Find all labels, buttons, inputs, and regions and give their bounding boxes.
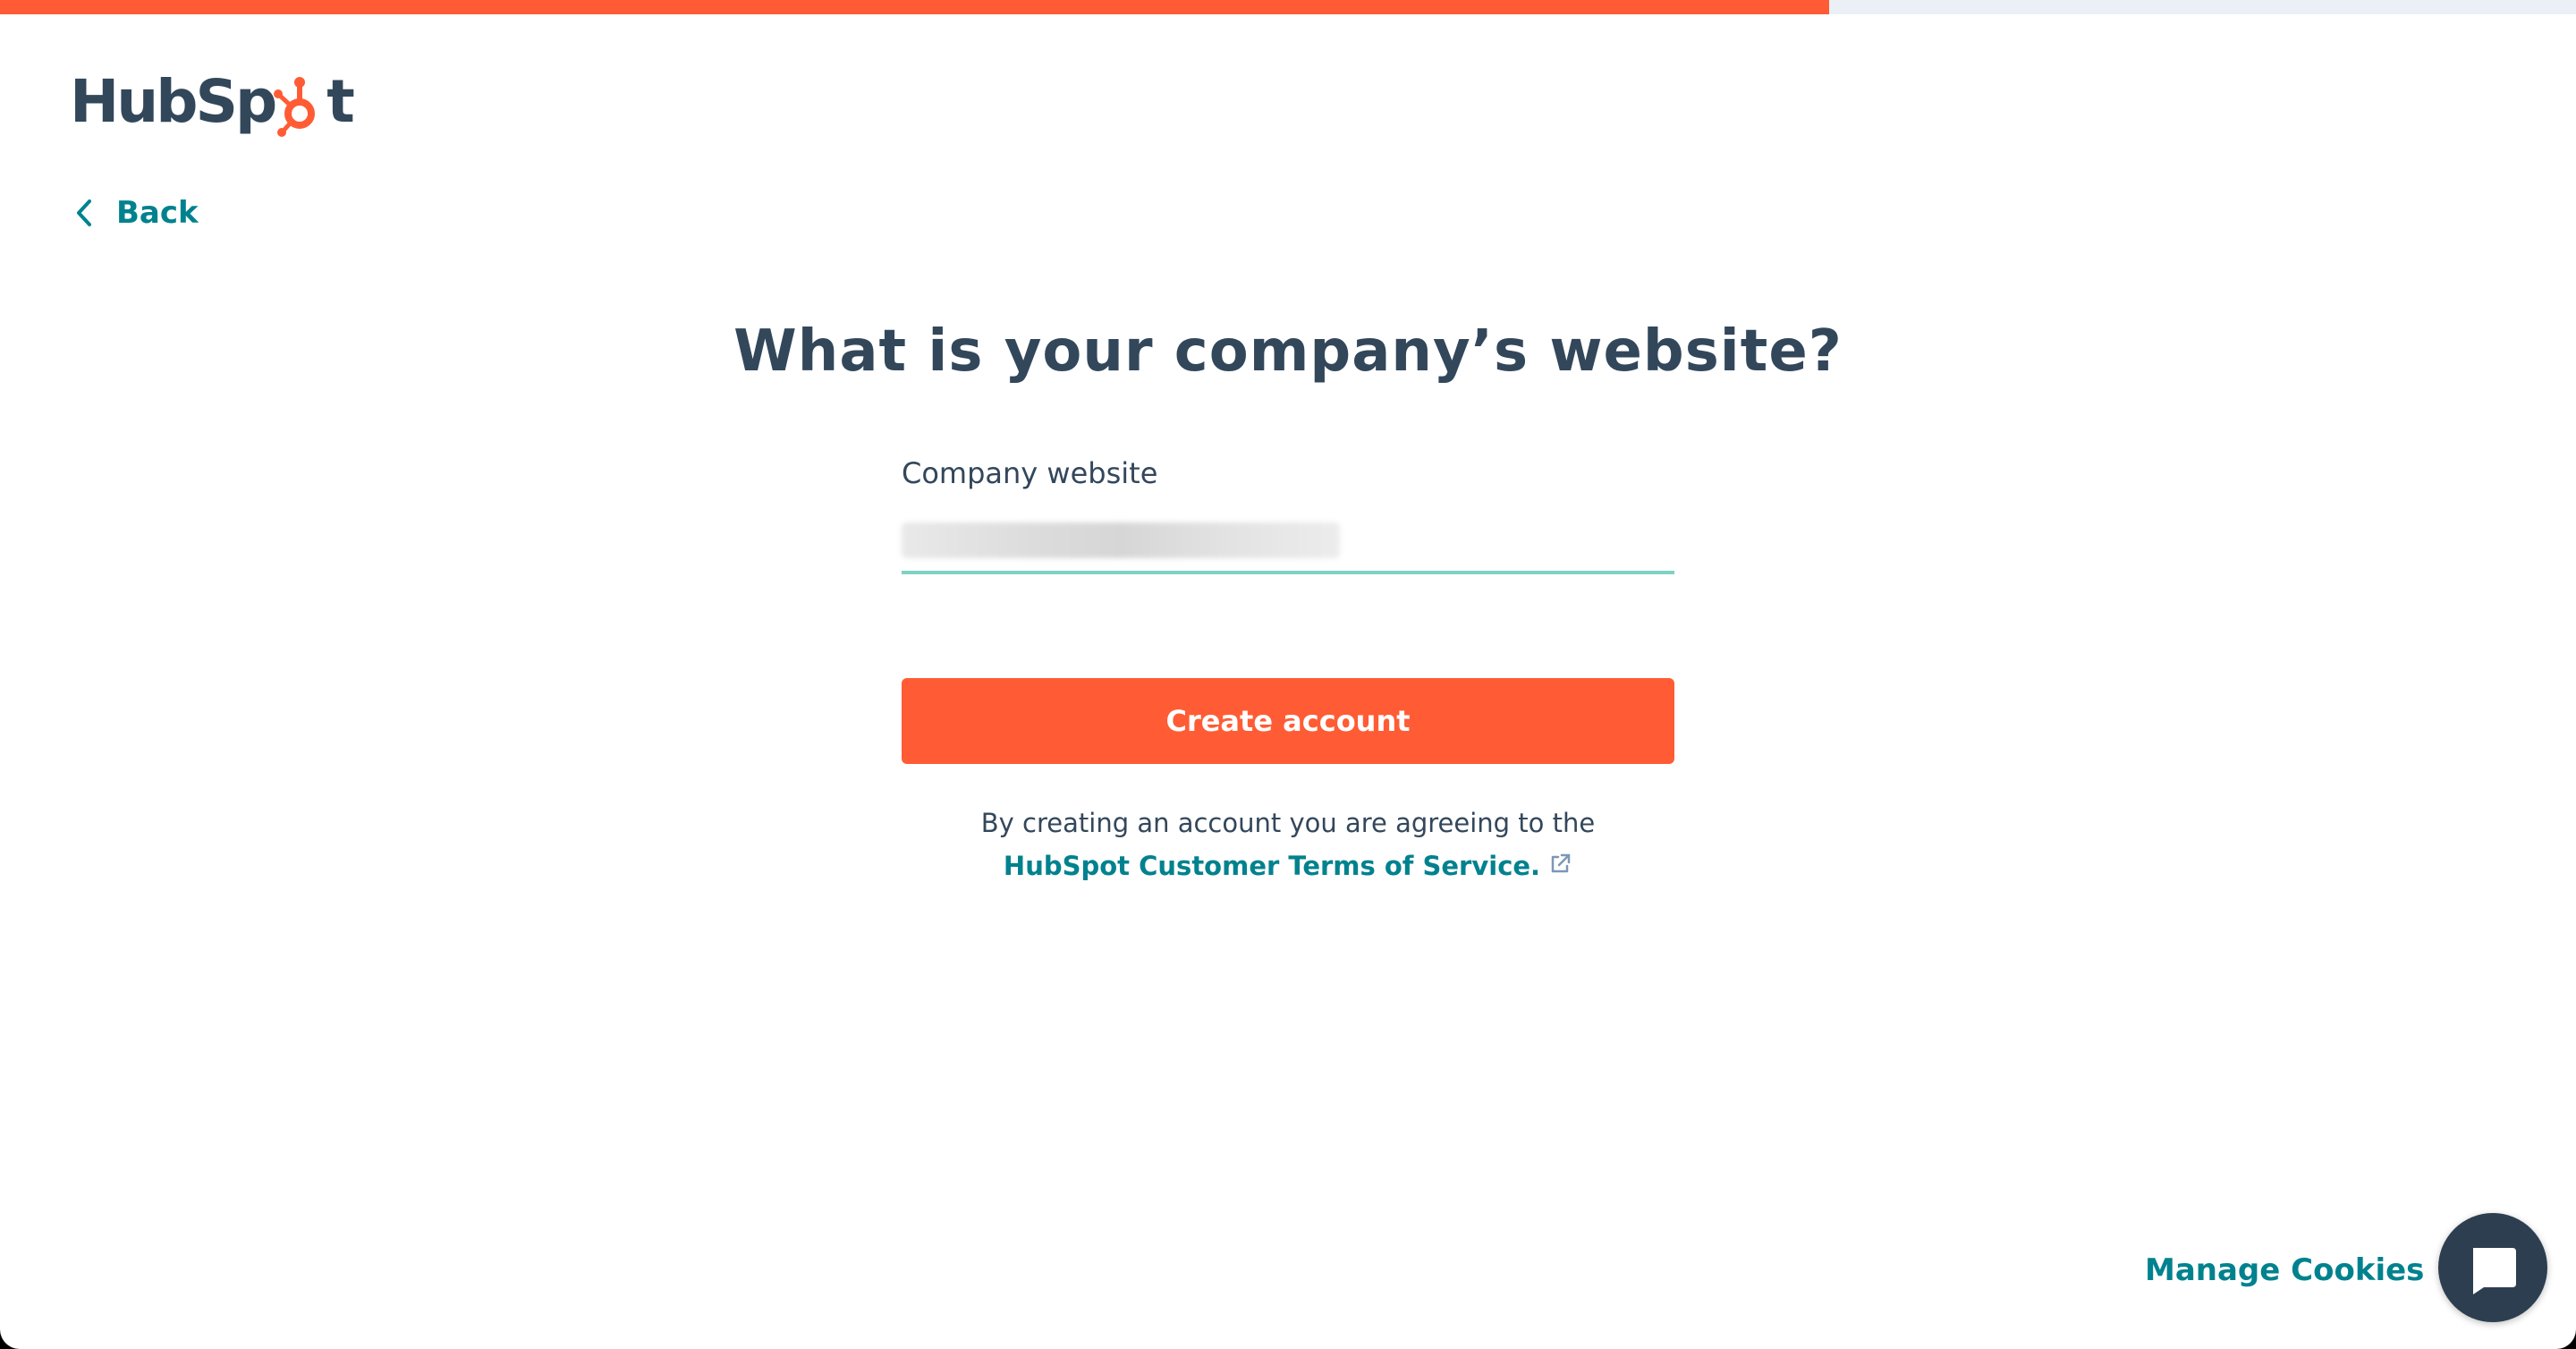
terms-link-text: HubSpot Customer Terms of Service. bbox=[1003, 851, 1541, 881]
redacted-value bbox=[902, 522, 1340, 558]
manage-cookies-link[interactable]: Manage Cookies bbox=[2145, 1252, 2424, 1288]
terms-of-service-link[interactable]: HubSpot Customer Terms of Service. bbox=[1004, 851, 1572, 881]
terms-notice: By creating an account you are agreeing … bbox=[930, 802, 1646, 887]
hubspot-logo: HubSp t bbox=[70, 66, 355, 138]
progress-bar bbox=[0, 0, 2576, 14]
progress-bar-fill bbox=[0, 0, 1829, 14]
terms-prefix: By creating an account you are agreeing … bbox=[980, 808, 1596, 838]
back-link[interactable]: Back bbox=[72, 195, 199, 231]
logo-text-right: t bbox=[326, 67, 355, 136]
chat-launcher-button[interactable] bbox=[2438, 1213, 2547, 1322]
create-account-button[interactable]: Create account bbox=[902, 678, 1674, 764]
chevron-left-icon bbox=[77, 199, 91, 226]
external-link-icon bbox=[1551, 853, 1571, 873]
company-website-label: Company website bbox=[902, 456, 1158, 490]
sprocket-icon bbox=[274, 77, 316, 137]
logo-text-left: HubSp bbox=[70, 67, 277, 136]
page-title: What is your company’s website? bbox=[733, 318, 1843, 385]
back-link-label: Back bbox=[116, 195, 199, 231]
chat-bubble-icon bbox=[2473, 1248, 2516, 1294]
signup-window: HubSp t Back What is your company’s webs… bbox=[0, 0, 2576, 1349]
company-website-field bbox=[902, 510, 1674, 574]
